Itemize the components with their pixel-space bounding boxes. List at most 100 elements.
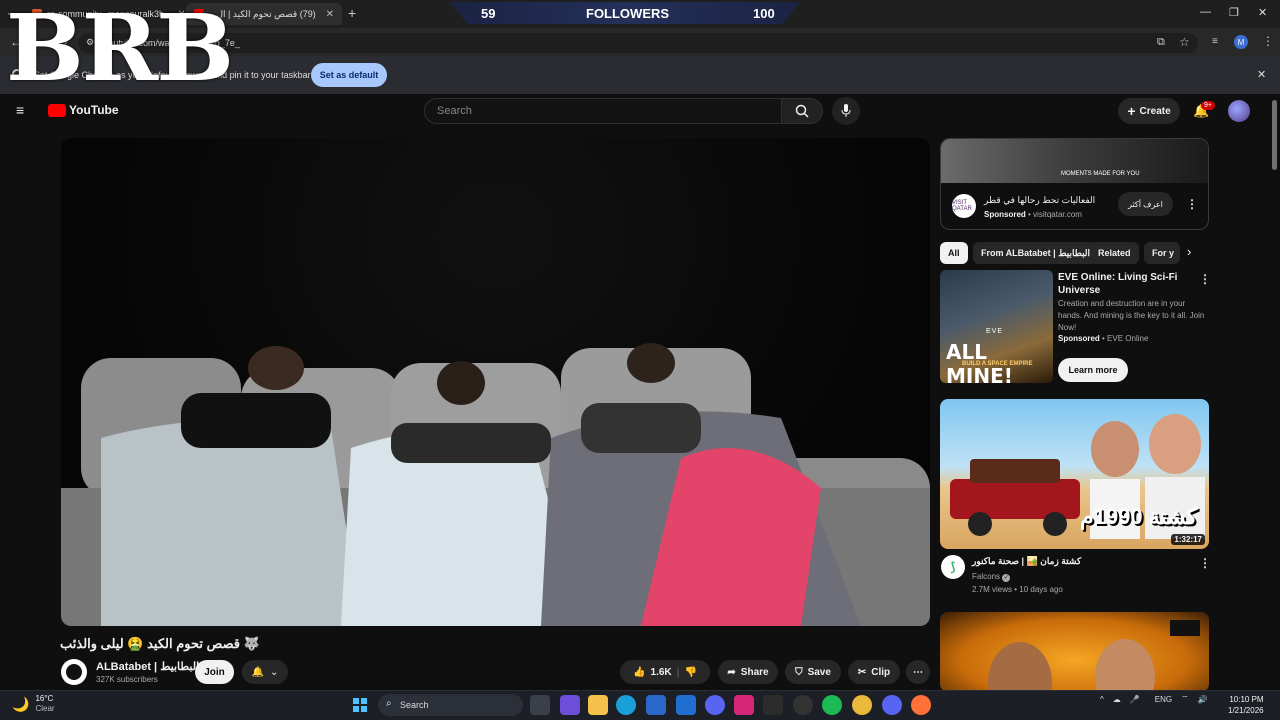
like-count: 1.6K bbox=[650, 666, 672, 678]
join-button[interactable]: Join bbox=[195, 660, 234, 684]
recommended-video-thumbnail-2[interactable] bbox=[940, 612, 1209, 692]
close-tab-icon[interactable]: ✕ bbox=[320, 9, 334, 20]
ad-domain: visitqatar.com bbox=[1033, 210, 1082, 219]
more-icon: ⋯ bbox=[913, 666, 923, 678]
store-icon[interactable] bbox=[646, 695, 666, 715]
cloud-icon[interactable]: ☁ bbox=[1113, 695, 1121, 704]
firefox-icon[interactable] bbox=[911, 695, 931, 715]
weather-widget[interactable]: 🌙 16°C Clear bbox=[12, 694, 55, 714]
promo-meta: Sponsored • EVE Online bbox=[1058, 334, 1148, 343]
channel-avatar[interactable] bbox=[61, 659, 87, 685]
task-view-icon[interactable] bbox=[530, 695, 550, 715]
recommended-video-title[interactable]: كشتة زمان 🏜️ | صحنة ماكنور bbox=[972, 556, 1081, 567]
recommended-video-channel[interactable]: Falcons ✓ bbox=[972, 572, 1011, 582]
discord-taskbar-icon-2[interactable] bbox=[882, 695, 902, 715]
chevron-up-icon[interactable]: ^ bbox=[1100, 695, 1104, 704]
video-more-icon[interactable]: ⋮ bbox=[1199, 556, 1211, 570]
search-icon bbox=[795, 104, 809, 118]
weather-temp: 16°C bbox=[35, 694, 54, 703]
spotify-icon[interactable] bbox=[822, 695, 842, 715]
promo-more-icon[interactable]: ⋮ bbox=[1199, 272, 1211, 286]
scrollbar-thumb[interactable] bbox=[1272, 100, 1277, 170]
ad-meta: Sponsored • visitqatar.com bbox=[984, 210, 1082, 219]
promo-thumbnail[interactable]: EVE ALL MINE! BUILD A SPACE EMPIRE bbox=[940, 270, 1053, 383]
discord-icon[interactable] bbox=[705, 695, 725, 715]
share-button[interactable]: ➦ Share bbox=[718, 660, 778, 684]
clock-time: 10:10 PM bbox=[1229, 695, 1264, 704]
promo-title[interactable]: EVE Online: Living Sci-Fi Universe bbox=[1058, 271, 1196, 297]
falcons-channel-avatar[interactable]: ⟆ bbox=[941, 555, 965, 579]
recommended-video-channel-name: Falcons bbox=[972, 572, 1001, 581]
followers-current: 59 bbox=[481, 5, 496, 21]
channel-name[interactable]: ALBatabet | البطابيط bbox=[96, 660, 199, 673]
close-window-icon[interactable]: ✕ bbox=[1258, 6, 1267, 19]
clock[interactable]: 10:10 PM 1/21/2026 bbox=[1228, 694, 1264, 716]
followers-label: FOLLOWERS bbox=[586, 5, 670, 21]
create-button[interactable]: + Create bbox=[1118, 98, 1180, 124]
minimize-icon[interactable]: — bbox=[1200, 6, 1211, 18]
ad-title: الفعاليات تحط رحالها في قطر bbox=[984, 195, 1096, 205]
bookmark-star-icon[interactable]: ☆ bbox=[1179, 35, 1190, 49]
sponsored-ad-card[interactable]: MOMENTS MADE FOR YOU VISIT QATAR الفعالي… bbox=[940, 138, 1209, 230]
chip-related[interactable]: Related bbox=[1090, 242, 1139, 264]
file-explorer-icon[interactable] bbox=[588, 695, 608, 715]
chip-for-you[interactable]: For y bbox=[1144, 242, 1180, 264]
profile-avatar[interactable]: M bbox=[1234, 35, 1248, 49]
more-actions-button[interactable]: ⋯ bbox=[906, 660, 930, 684]
mail-icon[interactable] bbox=[676, 695, 696, 715]
mic-tray-icon[interactable]: 🎤 bbox=[1130, 695, 1140, 704]
restore-icon[interactable]: ❐ bbox=[1229, 6, 1239, 19]
widgets-icon[interactable] bbox=[560, 695, 580, 715]
subscription-bell-button[interactable]: 🔔 ⌄ bbox=[242, 660, 288, 684]
search-button[interactable] bbox=[781, 98, 823, 124]
recommended-video-thumbnail[interactable]: كشتة 1990م 1:32:17 bbox=[940, 399, 1209, 549]
chips-next-chevron-icon[interactable]: › bbox=[1187, 244, 1191, 259]
media-player-icon[interactable] bbox=[763, 695, 783, 715]
save-icon: ⛉ bbox=[795, 666, 803, 678]
promo-advertiser: EVE Online bbox=[1107, 334, 1149, 343]
thumbs-up-icon: 👍 bbox=[633, 666, 646, 678]
divider: | bbox=[676, 666, 680, 678]
instagram-icon[interactable] bbox=[734, 695, 754, 715]
chrome-menu-icon[interactable]: ⋮ bbox=[1262, 34, 1274, 48]
account-avatar[interactable] bbox=[1228, 100, 1250, 122]
clip-label: Clip bbox=[871, 666, 891, 678]
windows-logo bbox=[353, 698, 367, 712]
set-default-button[interactable]: Set as default bbox=[311, 63, 387, 87]
windows-start-icon[interactable] bbox=[350, 695, 370, 715]
video-player[interactable] bbox=[61, 138, 930, 626]
thumbnail-text: كشتة 1990م bbox=[1080, 504, 1198, 529]
obs-icon[interactable] bbox=[793, 695, 813, 715]
thumbs-down-icon[interactable]: 👎 bbox=[684, 667, 696, 678]
chip-from-channel[interactable]: From ALBatabet | البطابيط bbox=[973, 242, 1099, 264]
save-button[interactable]: ⛉ Save bbox=[785, 660, 841, 684]
search-input[interactable]: Search bbox=[424, 98, 782, 124]
wifi-icon[interactable]: ⌔ bbox=[1181, 694, 1189, 704]
promo-thumb-subline: BUILD A SPACE EMPIRE bbox=[962, 361, 1033, 367]
chip-all[interactable]: All bbox=[940, 242, 968, 264]
close-infobar-icon[interactable]: ✕ bbox=[1257, 68, 1266, 81]
brb-overlay-text: BRB bbox=[6, 0, 234, 102]
edge-icon[interactable] bbox=[616, 695, 636, 715]
video-frame bbox=[61, 343, 930, 626]
clip-button[interactable]: ✂ Clip bbox=[848, 660, 900, 684]
page-scrollbar[interactable] bbox=[1270, 96, 1278, 690]
new-tab-button[interactable]: + bbox=[348, 5, 356, 21]
learn-more-button[interactable]: Learn more bbox=[1058, 358, 1128, 382]
hamburger-menu-icon[interactable]: ≡ bbox=[16, 102, 24, 118]
ad-cta-button[interactable]: اعرف أكثر bbox=[1118, 192, 1173, 216]
language-indicator[interactable]: ENG bbox=[1155, 695, 1172, 704]
voice-search-button[interactable] bbox=[832, 97, 860, 125]
install-icon[interactable]: ⧉ bbox=[1157, 36, 1165, 49]
youtube-logo[interactable]: YouTube bbox=[48, 103, 119, 117]
system-tray: ^ ☁ 🎤 ENG ⌔ 🔊 bbox=[1100, 694, 1208, 704]
weather-text: 16°C Clear bbox=[35, 694, 54, 714]
taskbar-search[interactable]: Search bbox=[378, 694, 523, 716]
volume-icon[interactable]: 🔊 bbox=[1198, 695, 1208, 704]
save-label: Save bbox=[807, 666, 831, 678]
chrome-taskbar-icon[interactable] bbox=[852, 695, 872, 715]
reading-list-icon[interactable]: ≡ bbox=[1212, 36, 1218, 47]
like-button[interactable]: 👍 1.6K bbox=[633, 667, 672, 678]
ad-more-icon[interactable]: ⋮ bbox=[1186, 197, 1198, 211]
url-field[interactable]: youtube.com/watch?v=...Beg_7e_ bbox=[78, 33, 1198, 53]
